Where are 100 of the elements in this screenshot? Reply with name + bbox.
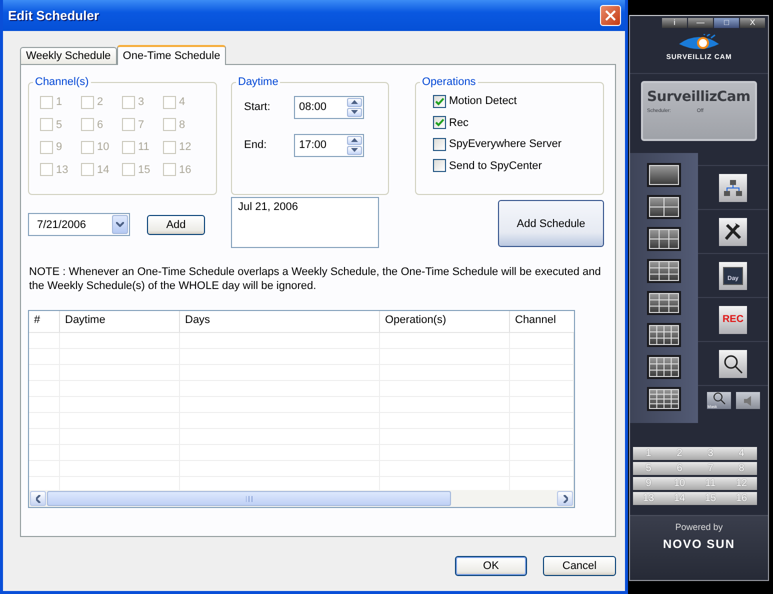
grid-layout-icon (649, 325, 679, 345)
column-header[interactable]: Days (180, 311, 380, 332)
time-field[interactable]: 17:00 (294, 134, 364, 156)
check-icon (434, 118, 444, 127)
checkbox[interactable] (433, 159, 446, 172)
down-arrow-icon (351, 148, 358, 152)
up-arrow-icon (351, 138, 358, 142)
tab[interactable]: One-Time Schedule (116, 45, 226, 65)
window-title: Edit Scheduler (8, 8, 100, 23)
checkbox-label: Send to SpyCenter (449, 160, 542, 172)
speaker-button[interactable] (736, 392, 760, 409)
column-header[interactable]: Operation(s) (380, 311, 510, 332)
checkbox[interactable] (433, 138, 446, 150)
spin-up-button[interactable] (347, 136, 362, 144)
layout-button[interactable] (647, 387, 681, 411)
close-icon (605, 10, 616, 21)
column-header[interactable]: # (29, 311, 60, 332)
checkbox-label: 9 (56, 141, 62, 153)
checkbox-label: 8 (179, 118, 186, 130)
brand-logo: NOVO SUN (662, 537, 735, 551)
caret-icon (116, 222, 124, 227)
grid-layout-icon (649, 197, 679, 217)
layout-button[interactable] (647, 355, 681, 379)
up-arrow-icon (351, 100, 358, 104)
layout-button[interactable] (647, 195, 681, 219)
dates-list[interactable]: Jul 21, 2006 (231, 197, 379, 248)
checkbox-label: 6 (97, 118, 104, 130)
checkbox-label: 3 (138, 96, 144, 108)
add-button[interactable]: Add (147, 215, 205, 235)
spin-up-button[interactable] (347, 98, 362, 106)
network-button[interactable] (719, 174, 747, 202)
ok-button[interactable]: OK (455, 556, 527, 576)
spin-down-button[interactable] (347, 108, 362, 116)
cancel-button[interactable]: Cancel (543, 556, 616, 576)
grid-layout-icon (649, 229, 679, 249)
list-item[interactable]: Jul 21, 2006 (238, 201, 372, 213)
checkbox-label: 4 (179, 96, 186, 108)
spin-down-button[interactable] (347, 146, 362, 154)
search-button[interactable] (719, 350, 747, 378)
checkbox-label: 2 (97, 96, 104, 108)
checkbox[interactable] (433, 116, 446, 129)
minimize-button[interactable]: — (688, 18, 713, 28)
grid-layout-icon (649, 261, 679, 281)
search-icon (723, 354, 743, 374)
scroll-left-button[interactable] (30, 491, 46, 506)
horizontal-scrollbar[interactable] (29, 490, 574, 507)
layout-button[interactable] (647, 259, 681, 283)
layout-button[interactable] (647, 163, 681, 187)
date-picker[interactable]: 7/21/2006 (28, 213, 130, 236)
column-header[interactable]: Channel (510, 311, 574, 332)
note-text: NOTE : Whenever an One-Time Schedule overlaps a Weekly Schedule, the One-Time Schedule will be executed and the Weekly Schedule(s) of the WHOLE day will be ignored. (29, 265, 602, 293)
scroll-right-button[interactable] (557, 491, 573, 506)
checkbox-label: 7 (138, 118, 144, 130)
record-button[interactable]: REC (719, 306, 747, 334)
time-field[interactable]: 08:00 (294, 96, 364, 118)
grid-layout-icon (649, 389, 679, 409)
dropdown-button[interactable] (112, 215, 128, 234)
group-title: Channel(s) (34, 76, 90, 88)
checkbox-label: 10 (97, 141, 110, 153)
down-arrow-icon (351, 110, 358, 114)
eye-logo-icon (677, 34, 721, 52)
powered-by-text: Powered by (675, 522, 723, 532)
checkbox-label: 11 (138, 141, 150, 153)
checkbox-label: 12 (179, 141, 192, 153)
layout-button[interactable] (647, 227, 681, 251)
close-button[interactable] (600, 5, 621, 26)
grip-icon (246, 496, 252, 502)
checkbox-label: 13 (56, 164, 68, 176)
check-icon (434, 96, 444, 106)
checkbox-label: 15 (138, 164, 150, 176)
layout-button[interactable] (647, 323, 681, 347)
add-schedule-button[interactable]: Add Schedule (498, 200, 604, 247)
tab[interactable]: Weekly Schedule (20, 47, 117, 64)
checkbox[interactable] (433, 94, 446, 108)
grid-layout-icon (649, 293, 679, 313)
app-name: SurveillizCam (647, 89, 751, 105)
maximize-button[interactable]: □ (714, 18, 739, 28)
group-title: Operations (421, 76, 477, 88)
layout-button[interactable] (647, 291, 681, 315)
column-header[interactable]: Daytime (60, 311, 180, 332)
checkbox-label: Rec (449, 116, 469, 128)
time-value: 08:00 (299, 101, 327, 113)
checkbox-label: 1 (56, 96, 62, 108)
grid-layout-icon (649, 165, 679, 185)
scroll-thumb[interactable] (47, 491, 451, 506)
settings-button[interactable] (719, 218, 747, 246)
speaker-icon (742, 394, 752, 406)
time-label: End: (244, 139, 268, 151)
close-button[interactable]: X (740, 18, 765, 28)
checkbox-label: Motion Detect (449, 95, 517, 107)
time-label: Start: (244, 101, 272, 113)
search-icon (712, 392, 726, 405)
channel-button[interactable]: 9 (633, 477, 664, 490)
checkbox-label: 14 (97, 164, 110, 176)
info-button[interactable]: i (662, 18, 687, 28)
checkbox-label: 16 (179, 164, 192, 176)
group-title: Daytime (237, 76, 280, 88)
checkbox-label: 5 (56, 118, 62, 130)
date-value: 7/21/2006 (37, 218, 86, 230)
network-icon (723, 178, 743, 196)
